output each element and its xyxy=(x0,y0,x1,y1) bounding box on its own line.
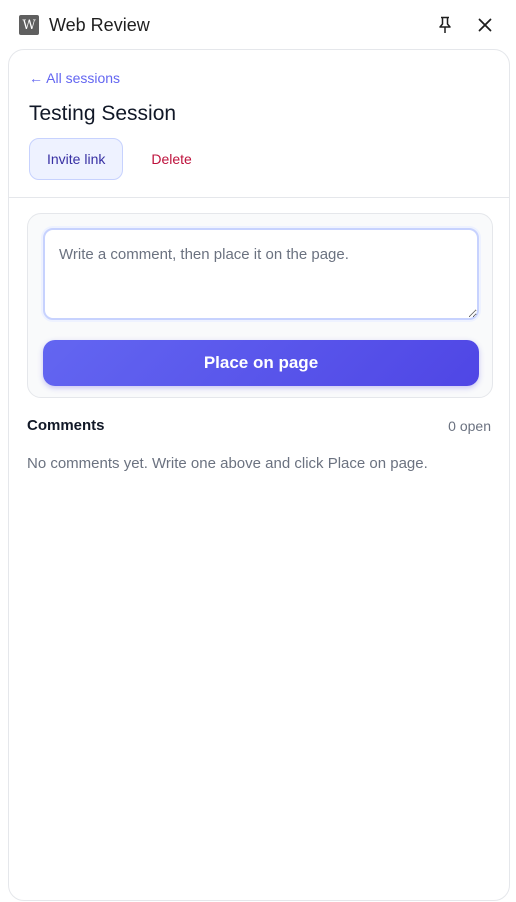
comment-input[interactable] xyxy=(43,228,479,320)
empty-comments-message: No comments yet. Write one above and cli… xyxy=(27,455,428,472)
session-header: ← All sessions Testing Session Invite li… xyxy=(9,50,509,198)
delete-button[interactable]: Delete xyxy=(137,138,205,180)
close-button[interactable] xyxy=(472,12,498,38)
title-bar: W Web Review xyxy=(0,0,516,50)
all-sessions-link[interactable]: ← All sessions xyxy=(29,70,120,86)
open-count: 0 open xyxy=(448,417,491,434)
pin-button[interactable] xyxy=(432,12,458,38)
review-panel: ← All sessions Testing Session Invite li… xyxy=(8,49,510,901)
invite-link-button[interactable]: Invite link xyxy=(29,138,124,180)
window-title: Web Review xyxy=(49,14,150,35)
session-actions: Invite link Delete xyxy=(29,138,489,180)
close-icon xyxy=(478,18,492,32)
comment-composer: Place on page xyxy=(27,213,493,398)
place-on-page-button[interactable]: Place on page xyxy=(43,340,479,386)
comments-heading: Comments xyxy=(27,417,105,434)
comments-header: Comments 0 open xyxy=(27,417,491,434)
pin-icon xyxy=(439,16,451,33)
session-title: Testing Session xyxy=(29,102,177,125)
app-logo-icon: W xyxy=(19,15,39,35)
